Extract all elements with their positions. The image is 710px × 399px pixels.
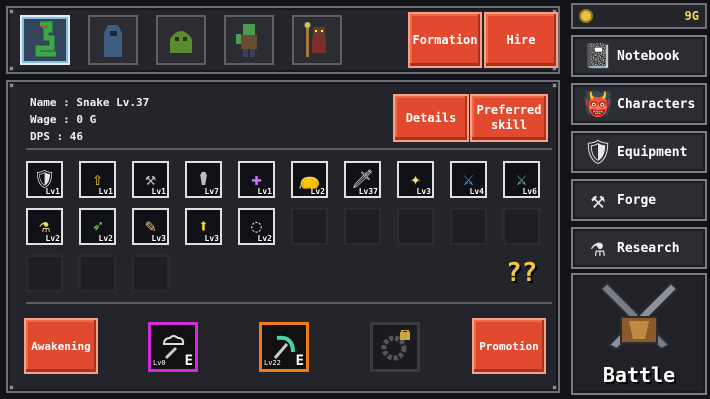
help-icon[interactable]: ?? xyxy=(506,258,537,288)
skill-slot[interactable]: ◌ Lv2 xyxy=(238,208,275,245)
character-name: Name : Snake Lv.37 xyxy=(30,96,150,109)
nav-forge[interactable]: ⚒ Forge xyxy=(571,179,707,221)
skill-slot[interactable]: 🗡 Lv37 xyxy=(344,161,381,198)
coin-icon xyxy=(579,9,593,23)
dark-cross-icon xyxy=(26,255,63,292)
nav-label: Notebook xyxy=(617,48,680,64)
crossed-swords-icon xyxy=(599,281,679,351)
battle-button[interactable]: Battle xyxy=(571,273,707,395)
formation-button[interactable]: Formation xyxy=(408,12,482,68)
skill-slot[interactable]: ➶ Lv2 xyxy=(79,208,116,245)
battle-label: Battle xyxy=(602,363,676,387)
nav-label: Equipment xyxy=(617,144,688,160)
skill-level: Lv2 xyxy=(45,234,60,243)
character-dps: DPS : 46 xyxy=(30,130,83,143)
hooded-ghost-icon xyxy=(104,25,122,57)
gold-display: 9G xyxy=(571,3,707,29)
roster-slot-orc[interactable] xyxy=(224,15,274,65)
skill-slot[interactable]: ⇧ Lv1 xyxy=(79,161,116,198)
equip-badge: E xyxy=(184,353,193,369)
skill-level: Lv2 xyxy=(257,234,272,243)
skill-slot[interactable]: ✎ Lv3 xyxy=(132,208,169,245)
skill-slot[interactable]: ⚔ Lv6 xyxy=(503,161,540,198)
nav-label: Research xyxy=(617,240,680,256)
nav-characters[interactable]: 👹 Characters xyxy=(571,83,707,125)
locked-equip-slot xyxy=(370,322,420,372)
orc-icon xyxy=(236,24,257,57)
skill-level: Lv3 xyxy=(204,234,219,243)
flask-icon: ⚗ xyxy=(590,234,606,262)
skill-slot[interactable]: ✚ Lv1 xyxy=(238,161,275,198)
nav-label: Characters xyxy=(617,96,696,112)
skill-level: Lv1 xyxy=(151,187,166,196)
demon-mask-icon: 👹 xyxy=(583,90,613,118)
locked-ring-icon xyxy=(381,330,410,361)
details-button[interactable]: Details xyxy=(393,94,469,142)
roster-slot-shaman[interactable] xyxy=(292,15,342,65)
skill-slot[interactable]: ⚰ Lv7 xyxy=(185,161,222,198)
skill-slot[interactable]: ✦ Lv3 xyxy=(397,161,434,198)
preferred-skill-button[interactable]: Preferred skill xyxy=(470,94,548,142)
skill-level: Lv7 xyxy=(204,187,219,196)
skill-slot[interactable]: ⚒ Lv1 xyxy=(132,161,169,198)
nav-label: Forge xyxy=(617,192,657,208)
nav-notebook[interactable]: 📓 Notebook xyxy=(571,35,707,77)
stairs-icon xyxy=(450,208,487,245)
skill-level: Lv3 xyxy=(416,187,431,196)
equip-slot-1[interactable]: Lv0 E xyxy=(148,322,198,372)
skill-level: Lv6 xyxy=(522,187,537,196)
skill-level: Lv2 xyxy=(98,234,113,243)
skill-slot[interactable]: ⚗ Lv2 xyxy=(26,208,63,245)
roster-slot-slime[interactable] xyxy=(156,15,206,65)
snake-icon xyxy=(35,21,56,57)
eye-icon xyxy=(79,255,116,292)
green-sickle-icon xyxy=(273,335,295,359)
dark-frog-icon xyxy=(397,208,434,245)
equip-badge: E xyxy=(295,353,304,369)
roster-panel: Formation Hire xyxy=(6,6,560,74)
skill-slot[interactable]: 👝 Lv2 xyxy=(291,161,328,198)
nav-equipment[interactable]: 🛡 Equipment xyxy=(571,131,707,173)
character-detail-panel: Name : Snake Lv.37 Wage : 0 G DPS : 46 D… xyxy=(6,80,560,393)
equip-level: Lv0 xyxy=(153,359,166,367)
character-wage: Wage : 0 G xyxy=(30,113,97,126)
skill-level: Lv4 xyxy=(469,187,484,196)
divider xyxy=(26,148,552,150)
cloud-sword-icon xyxy=(162,335,185,360)
promotion-button[interactable]: Promotion xyxy=(472,318,546,374)
equip-level: Lv22 xyxy=(264,359,281,367)
anvil-icon: ⚒ xyxy=(590,186,606,214)
dark-drop-icon xyxy=(503,208,540,245)
shaman-icon xyxy=(304,22,326,57)
notebook-icon: 📓 xyxy=(583,42,613,70)
roster-slot-snake[interactable] xyxy=(20,15,70,65)
dark-shield-icon xyxy=(344,208,381,245)
shield-equip-icon: 🛡 xyxy=(582,138,614,166)
skill-level: Lv37 xyxy=(358,187,378,196)
equip-slot-2[interactable]: Lv22 E xyxy=(259,322,309,372)
claw-icon xyxy=(132,255,169,292)
roster-slot-hooded-ghost[interactable] xyxy=(88,15,138,65)
skill-level: Lv1 xyxy=(257,187,272,196)
skill-level: Lv3 xyxy=(151,234,166,243)
skill-slot[interactable]: 🛡 Lv1 xyxy=(26,161,63,198)
awakening-button[interactable]: Awakening xyxy=(24,318,98,374)
divider xyxy=(26,302,552,304)
skill-slot[interactable]: ⚔ Lv4 xyxy=(450,161,487,198)
gold-amount: 9G xyxy=(684,9,699,23)
hire-button[interactable]: Hire xyxy=(484,12,558,68)
skill-level: Lv1 xyxy=(98,187,113,196)
skill-level: Lv1 xyxy=(45,187,60,196)
skill-level: Lv2 xyxy=(310,187,325,196)
nav-research[interactable]: ⚗ Research xyxy=(571,227,707,269)
figure-icon xyxy=(291,208,328,245)
slime-icon xyxy=(170,31,192,53)
skill-slot[interactable]: ⬆ Lv3 xyxy=(185,208,222,245)
